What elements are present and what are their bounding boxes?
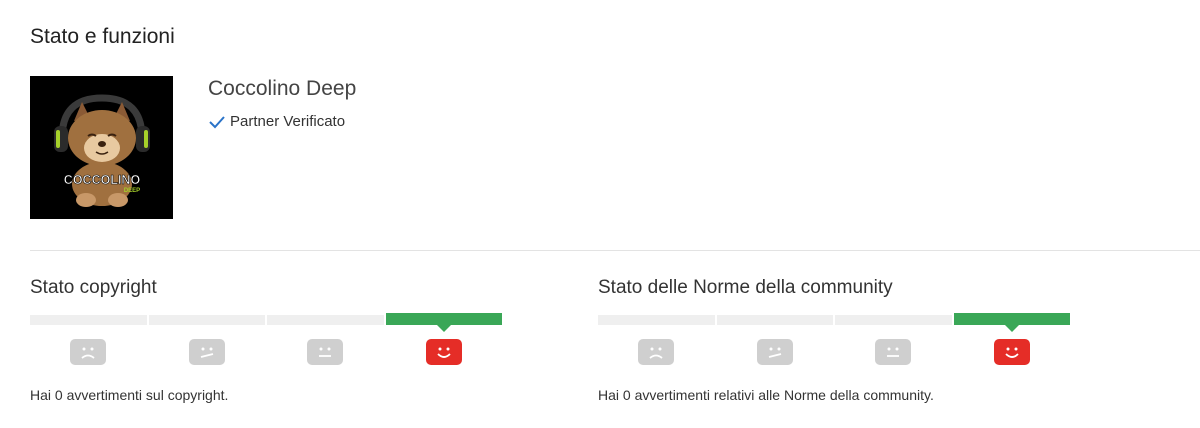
status-bar-segment bbox=[30, 315, 147, 325]
copyright-status-title: Stato copyright bbox=[30, 277, 157, 298]
smile-face-icon bbox=[993, 339, 1030, 365]
community-status: Stato delle Norme della community Hai 0 … bbox=[598, 276, 1070, 403]
logo-text-main: COCCOLINO bbox=[64, 173, 141, 187]
community-status-title: Stato delle Norme della community bbox=[598, 277, 893, 298]
community-status-bar bbox=[598, 313, 1070, 332]
channel-name[interactable]: Coccolino Deep bbox=[208, 77, 356, 101]
channel-avatar[interactable]: COCCOLINO DEEP bbox=[30, 76, 173, 219]
neutral-face-icon bbox=[307, 339, 344, 365]
divider bbox=[30, 250, 1200, 251]
copyright-status-bar bbox=[30, 313, 502, 332]
status-bar-segment bbox=[267, 315, 384, 325]
status-bar-segment bbox=[148, 315, 265, 325]
skeptical-face-icon bbox=[756, 339, 793, 365]
check-icon bbox=[208, 114, 226, 130]
copyright-status-faces bbox=[30, 339, 502, 365]
partner-status: Partner Verificato bbox=[208, 113, 345, 130]
status-bar-segment bbox=[716, 315, 833, 325]
neutral-face-icon bbox=[875, 339, 912, 365]
community-status-message: Hai 0 avvertimenti relativi alle Norme d… bbox=[598, 387, 934, 403]
frown-face-icon bbox=[70, 339, 107, 365]
frown-face-icon bbox=[638, 339, 675, 365]
section-title: Stato e funzioni bbox=[30, 25, 175, 48]
status-bar-segment-active bbox=[953, 313, 1070, 332]
skeptical-face-icon bbox=[188, 339, 225, 365]
status-bar-segment bbox=[835, 315, 952, 325]
copyright-status-message: Hai 0 avvertimenti sul copyright. bbox=[30, 387, 229, 403]
smile-face-icon bbox=[425, 339, 462, 365]
status-bar-segment bbox=[598, 315, 715, 325]
community-status-faces bbox=[598, 339, 1070, 365]
copyright-status: Stato copyright Hai 0 avvertimenti sul c… bbox=[30, 276, 502, 403]
partner-label: Partner Verificato bbox=[230, 113, 346, 130]
logo-text-sub: DEEP bbox=[124, 188, 140, 194]
channel-logo-icon: COCCOLINO DEEP bbox=[30, 76, 173, 219]
status-bar-segment-active bbox=[385, 313, 502, 332]
